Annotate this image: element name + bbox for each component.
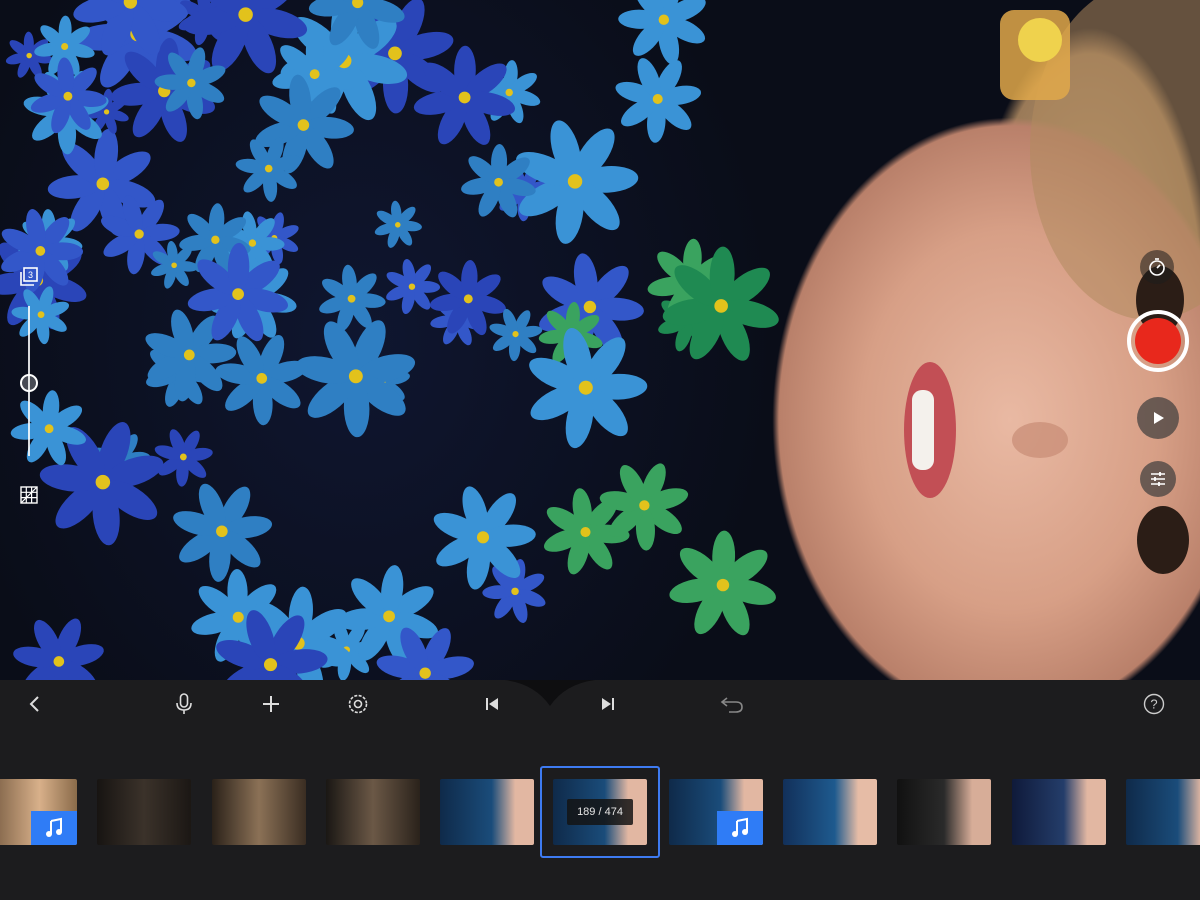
preview-face	[904, 0, 1200, 574]
svg-text:?: ?	[1150, 697, 1157, 712]
adjust-button[interactable]	[1140, 461, 1176, 497]
zoom-slider-knob[interactable]	[20, 374, 38, 392]
add-button[interactable]	[255, 688, 287, 720]
plus-icon	[263, 696, 279, 712]
sliders-icon	[1151, 472, 1165, 486]
microphone-icon	[176, 693, 192, 714]
skip-start-icon	[486, 698, 498, 710]
skip-end-icon	[602, 698, 614, 710]
help-button[interactable]: ?	[1138, 688, 1170, 720]
timeline-clip[interactable]	[1126, 779, 1200, 845]
timeline-clip[interactable]	[325, 779, 420, 845]
settings-button[interactable]	[342, 688, 374, 720]
timeline-clip[interactable]	[0, 779, 77, 845]
timer-button[interactable]	[1140, 250, 1174, 284]
timeline-clip[interactable]	[97, 779, 192, 845]
play-icon	[1154, 412, 1164, 424]
music-note-icon	[716, 811, 763, 845]
timeline-clip[interactable]	[211, 779, 306, 845]
microphone-button[interactable]	[168, 688, 200, 720]
stop-motion-app: 3 ? 189 / 474	[0, 0, 1200, 900]
help-icon: ?	[1143, 693, 1165, 715]
settings-icon	[348, 694, 368, 714]
left-controls: 3	[14, 262, 44, 512]
camera-preview[interactable]: 3	[0, 0, 1200, 680]
back-button[interactable]	[19, 688, 51, 720]
record-icon	[1135, 318, 1181, 364]
play-button[interactable]	[1137, 397, 1179, 439]
skip-start-button[interactable]	[476, 688, 508, 720]
timeline-clip[interactable]	[783, 779, 878, 845]
skip-end-button[interactable]	[592, 688, 624, 720]
undo-icon	[720, 697, 743, 713]
onion-skin-icon[interactable]: 3	[14, 262, 44, 292]
timeline-clip[interactable]	[897, 779, 992, 845]
record-button[interactable]	[1127, 310, 1189, 372]
back-icon	[29, 696, 39, 712]
onion-skin-count: 3	[28, 270, 33, 280]
timeline-clip[interactable]	[440, 779, 535, 845]
music-note-icon	[31, 811, 77, 845]
frame-counter: 189 / 474	[567, 799, 633, 825]
timer-icon	[1149, 258, 1165, 276]
timeline-clip[interactable]	[1011, 779, 1106, 845]
preview-notch	[505, 680, 595, 706]
undo-button[interactable]	[716, 688, 748, 720]
timeline-clip[interactable]	[668, 779, 763, 845]
grid-icon[interactable]	[14, 480, 44, 510]
